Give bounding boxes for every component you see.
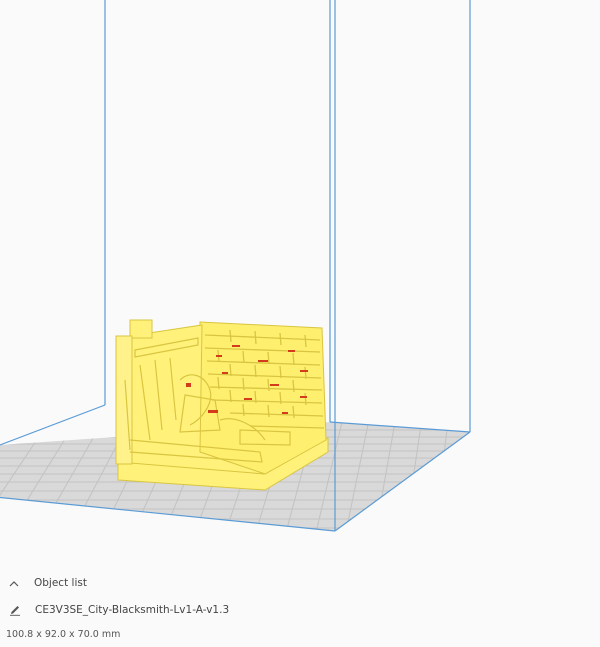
object-list-label: Object list xyxy=(34,577,87,589)
object-list-panel: Object list CE3V3SE_City-Blacksmith-Lv1-… xyxy=(0,560,600,647)
object-dimensions-text: 100.8 x 92.0 x 70.0 mm xyxy=(6,629,121,640)
object-dimensions: 100.8 x 92.0 x 70.0 mm xyxy=(6,629,120,640)
chevron-up-icon[interactable] xyxy=(8,577,20,589)
pencil-icon[interactable] xyxy=(8,603,22,617)
build-volume-scene xyxy=(0,0,471,532)
3d-viewport[interactable] xyxy=(0,0,600,560)
object-list-toggle[interactable]: Object list xyxy=(8,577,87,589)
model-chimney xyxy=(129,319,153,339)
model-blacksmith[interactable] xyxy=(115,319,329,491)
object-file-name[interactable]: CE3V3SE_City-Blacksmith-Lv1-A-v1.3 xyxy=(35,604,229,616)
object-list-item: CE3V3SE_City-Blacksmith-Lv1-A-v1.3 xyxy=(8,603,229,617)
